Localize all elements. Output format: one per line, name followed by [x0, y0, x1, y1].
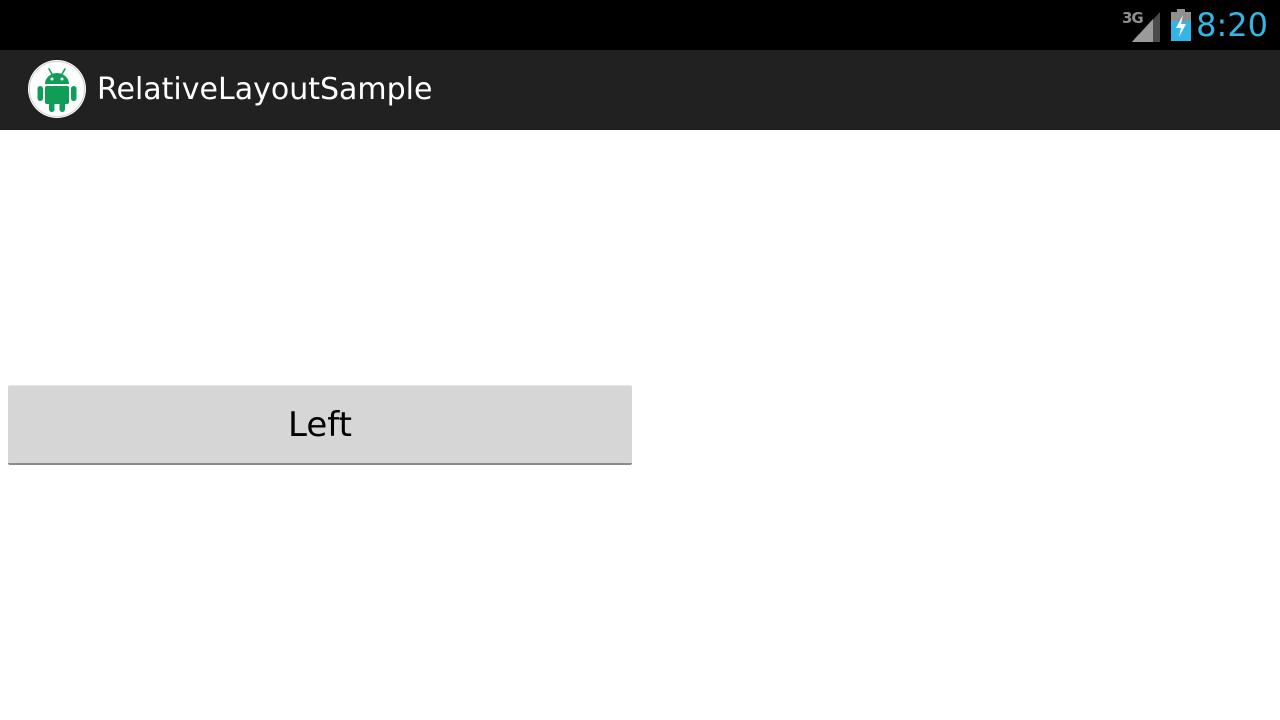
app-title: RelativeLayoutSample [97, 72, 433, 107]
device-screen: 3G 8:20 RelativeLayoutSample Left [0, 0, 1280, 720]
status-clock: 8:20 [1196, 6, 1268, 44]
battery-charging-icon [1171, 9, 1191, 41]
relative-layout-content: Left [0, 130, 1280, 720]
action-bar: RelativeLayoutSample [0, 50, 1280, 130]
left-button[interactable]: Left [8, 385, 632, 465]
status-bar: 3G 8:20 [0, 0, 1280, 50]
android-robot-icon[interactable] [27, 59, 87, 119]
signal-icon [1132, 12, 1160, 42]
